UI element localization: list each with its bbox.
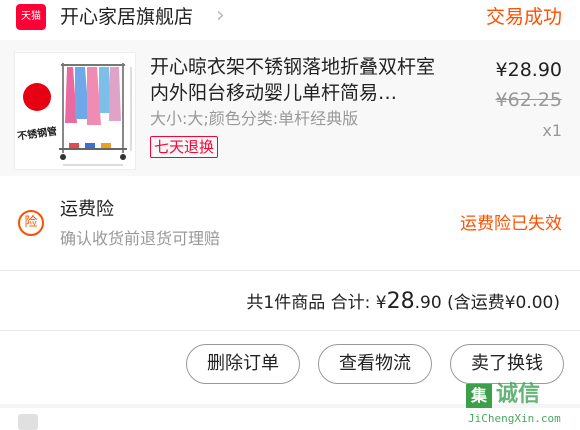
- shipping-insurance-row: 险 运费险 确认收货前退货可理赔 运费险已失效: [0, 196, 580, 258]
- total-label: 合计:: [330, 293, 371, 313]
- product-price: ¥28.90: [495, 59, 562, 81]
- watermark-text: 诚信: [496, 382, 541, 407]
- insurance-status: 运费险已失效: [460, 214, 562, 234]
- insurance-description: 确认收货前退货可理赔: [60, 229, 221, 248]
- total-amount-integer: 28: [386, 289, 415, 314]
- watermark-url: JiChengXin.com: [468, 412, 561, 425]
- product-quantity: x1: [542, 121, 562, 140]
- view-logistics-button[interactable]: 查看物流: [318, 344, 432, 384]
- shipping-fee-note: (含运费¥0.00): [447, 293, 560, 313]
- return-policy-tag: 七天退换: [150, 136, 219, 158]
- product-title[interactable]: 开心晾衣架不锈钢落地折叠双杆室内外阳台移动婴儿单杆简易…: [150, 54, 445, 106]
- delete-order-button[interactable]: 删除订单: [186, 344, 300, 384]
- insurance-title: 运费险: [60, 199, 114, 220]
- divider: [0, 270, 580, 271]
- original-price: ¥62.25: [495, 89, 562, 111]
- item-count: 共1件商品: [246, 293, 326, 313]
- order-card: 天猫 开心家居旗舰店 › 交易成功 不锈钢管 开心晾衣架不锈钢落地折叠双杆室内外…: [0, 0, 580, 404]
- shop-icon: [18, 414, 38, 430]
- watermark: 集 诚信 JiChengXin.com: [466, 382, 578, 428]
- tmall-badge: 天猫: [16, 4, 46, 30]
- product-sku: 大小:大;颜色分类:单杆经典版: [150, 109, 359, 128]
- shop-header[interactable]: 天猫 开心家居旗舰店 › 交易成功: [0, 0, 580, 38]
- total-amount-decimal: .90: [414, 293, 442, 313]
- chevron-right-icon[interactable]: ›: [216, 4, 225, 28]
- order-status: 交易成功: [485, 6, 562, 28]
- divider: [0, 330, 580, 331]
- order-summary: 共1件商品 合计: ¥28.90 (含运费¥0.00): [246, 288, 560, 317]
- insurance-icon: 险: [18, 210, 44, 236]
- order-item[interactable]: 不锈钢管 开心晾衣架不锈钢落地折叠双杆室内外阳台移动婴儿单杆简易… 大小:大;颜…: [0, 40, 580, 176]
- resell-button[interactable]: 卖了换钱: [450, 344, 564, 384]
- product-thumbnail[interactable]: 不锈钢管: [14, 52, 136, 170]
- total-currency: ¥: [375, 293, 387, 313]
- watermark-logo: 集: [466, 384, 492, 408]
- shop-name[interactable]: 开心家居旗舰店: [60, 4, 193, 30]
